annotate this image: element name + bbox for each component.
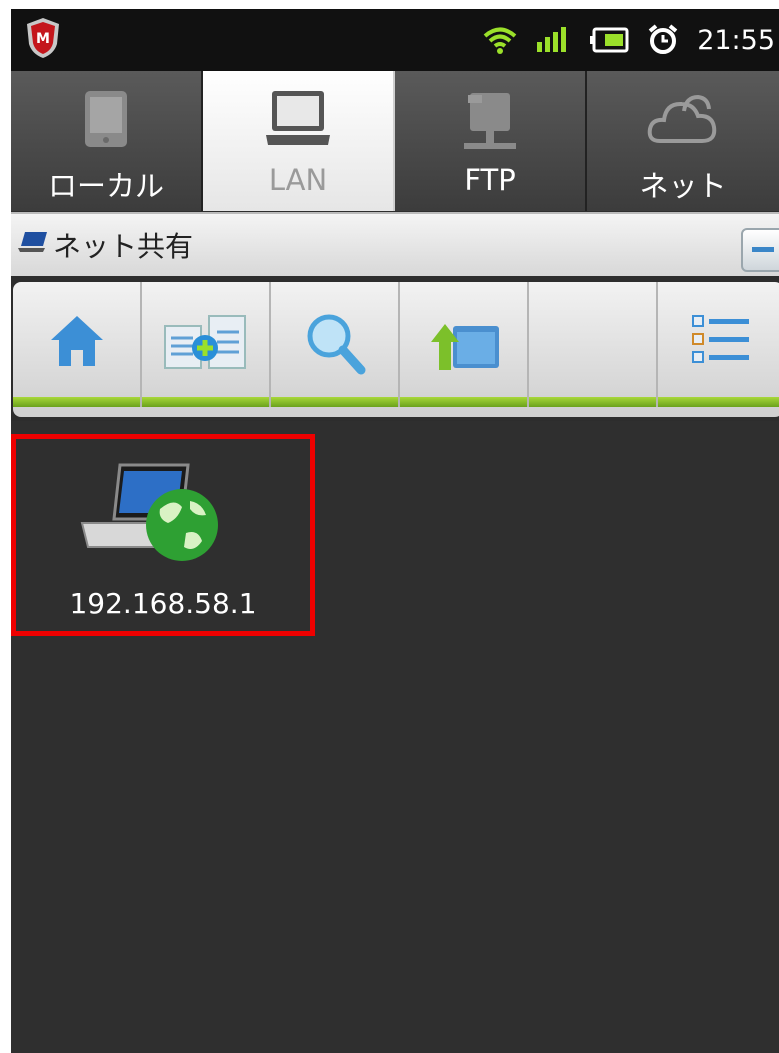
network-host-item[interactable]: 192.168.58.1 (11, 434, 315, 636)
toolbar-accent (271, 397, 398, 407)
toolbar-accent (658, 397, 779, 407)
host-label: 192.168.58.1 (69, 587, 257, 620)
network-share-icon (18, 232, 47, 252)
status-time: 21:55 (697, 24, 775, 56)
home-icon (50, 316, 103, 366)
tab-lan[interactable]: LAN (203, 71, 395, 211)
up-folder-icon (430, 324, 499, 370)
tab-label: LAN (268, 163, 328, 197)
svg-text:M: M (36, 31, 50, 47)
search-icon (307, 314, 365, 375)
location-tabs: ローカル LAN FTP ネット (11, 71, 779, 211)
tablet-icon (85, 91, 127, 147)
status-bar: M 21:55 (11, 9, 779, 71)
home-button[interactable] (13, 282, 142, 407)
collapse-button[interactable] (741, 228, 779, 272)
search-button[interactable] (271, 282, 400, 407)
server-icon (464, 93, 516, 149)
tab-label: ローカル (47, 169, 164, 203)
toolbar-accent (142, 397, 269, 407)
tab-ftp[interactable]: FTP (395, 71, 587, 211)
tab-label: FTP (464, 163, 516, 197)
toolbar-accent (400, 397, 527, 407)
toolbar (13, 282, 779, 417)
up-folder-button[interactable] (400, 282, 529, 407)
toolbar-accent (13, 397, 140, 407)
path-bar: ネット共有 (11, 212, 779, 276)
new-folder-button[interactable] (142, 282, 271, 407)
file-browser-content: 192.168.58.1 (11, 421, 779, 1053)
minus-icon (752, 247, 774, 252)
wifi-icon (483, 27, 517, 54)
network-computer-icon (80, 463, 218, 561)
view-list-icon (691, 315, 749, 363)
app-screen: M 21:55 ローカル LAN FTP ネット ネット共有 192.168.5… (11, 9, 779, 1053)
cloud-icon (647, 94, 717, 143)
laptop-icon (266, 91, 330, 145)
signal-icon (537, 27, 567, 52)
view-mode-button[interactable] (658, 282, 779, 407)
path-title: ネット共有 (53, 230, 194, 263)
alarm-icon (648, 24, 678, 54)
tab-local[interactable]: ローカル (11, 71, 203, 211)
battery-icon (590, 27, 629, 53)
tab-label: ネット (639, 169, 727, 203)
mcafee-shield-icon: M (27, 18, 59, 58)
toolbar-accent (529, 397, 656, 407)
new-folder-icon (163, 315, 246, 369)
empty-tool-slot (529, 282, 658, 407)
tab-net[interactable]: ネット (587, 71, 779, 211)
